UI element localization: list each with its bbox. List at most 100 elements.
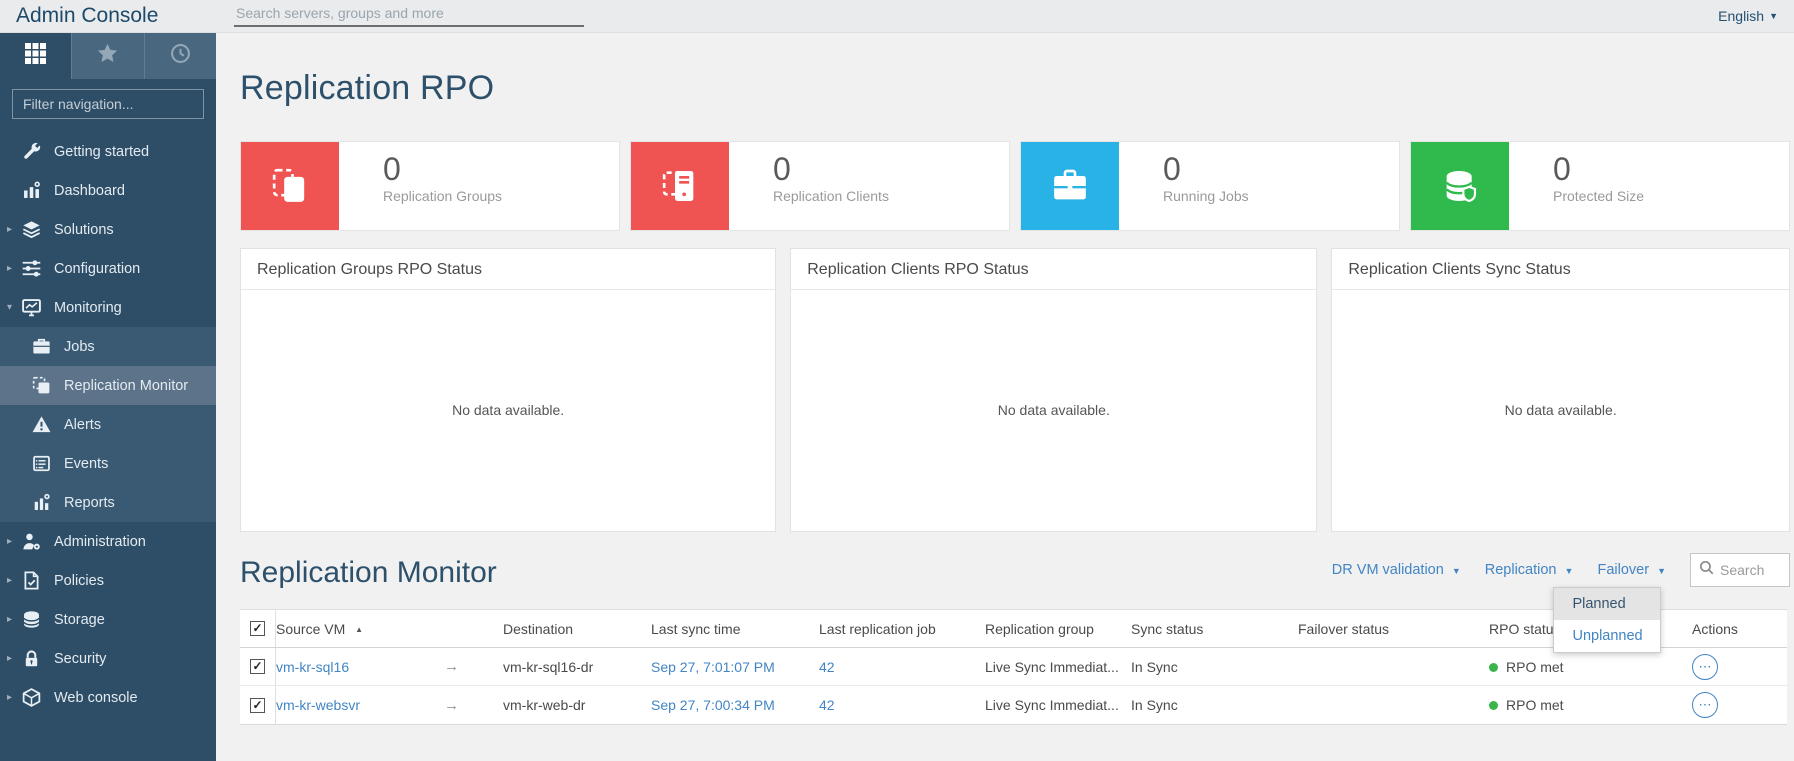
actions-cell: ⋯: [1692, 692, 1787, 718]
table-search-input[interactable]: [1720, 562, 1781, 578]
replication-clients-icon: [631, 142, 729, 230]
failover-dropdown-menu: Planned Unplanned: [1553, 587, 1662, 653]
events-icon: [32, 454, 51, 473]
panel-title: Replication Groups RPO Status: [241, 249, 776, 290]
sidebar-item-administration[interactable]: ▸ Administration: [0, 522, 216, 561]
main-content: Replication RPO 0 Replication Groups 0 Repl…: [216, 33, 1794, 761]
status-dot-green: [1489, 662, 1498, 672]
global-search-input[interactable]: [234, 3, 584, 27]
sidebar-item-monitoring[interactable]: ▾ Monitoring: [0, 288, 216, 327]
sidebar-item-security[interactable]: ▸ Security: [0, 639, 216, 678]
storage-icon: [22, 610, 41, 629]
star-icon: [97, 43, 118, 69]
menu-label: Failover: [1597, 562, 1650, 578]
column-failover-status[interactable]: Failover status: [1298, 621, 1489, 637]
global-search: [234, 3, 584, 27]
sidebar-item-storage[interactable]: ▸ Storage: [0, 600, 216, 639]
sort-ascending-icon: ▲: [355, 624, 364, 634]
column-last-replication-job[interactable]: Last replication job: [819, 621, 985, 637]
row-actions-button[interactable]: ⋯: [1692, 692, 1718, 718]
stat-card-value: 0: [383, 151, 401, 187]
stat-card-value: 0: [773, 151, 791, 187]
actions-cell: ⋯: [1692, 653, 1787, 680]
tab-favorites[interactable]: [71, 33, 144, 79]
search-icon: [1699, 560, 1714, 580]
sidebar-item-events[interactable]: Events: [0, 444, 216, 483]
last-sync-time-link[interactable]: Sep 27, 7:01:07 PM: [651, 659, 819, 675]
panel-replication-groups-rpo-status: Replication Groups RPO Status No data av…: [240, 248, 777, 532]
menu-dr-vm-validation[interactable]: DR VM validation ▼: [1332, 562, 1461, 578]
language-label: English: [1718, 8, 1765, 24]
row-actions-button[interactable]: ⋯: [1692, 653, 1718, 680]
tab-recent[interactable]: [143, 33, 216, 79]
stat-card-label: Replication Clients: [773, 188, 889, 205]
column-source-vm[interactable]: Source VM ▲: [276, 621, 426, 637]
sidebar-item-policies[interactable]: ▸ Policies: [0, 561, 216, 600]
menu-item-unplanned[interactable]: Unplanned: [1554, 620, 1660, 652]
select-all-checkbox[interactable]: ✓: [250, 621, 265, 636]
table-row-vm-kr-websvr: ✓ vm-kr-websvr → vm-kr-web-dr Sep 27, 7:00:3…: [240, 686, 1787, 724]
stat-card-body: 0 Replication Groups: [339, 142, 502, 230]
rpo-status-value: RPO met: [1489, 659, 1692, 675]
briefcase-card-icon: [1021, 142, 1119, 230]
monitor-actions: DR VM validation ▼ Replication ▼ Failove…: [1332, 553, 1790, 653]
sidebar-item-configuration[interactable]: ▸ Configuration: [0, 249, 216, 288]
app-title[interactable]: Admin Console: [16, 4, 158, 28]
sidebar: Getting started Dashboard ▸ Solutions ▸ Confi…: [0, 33, 216, 761]
tab-navigation-grid[interactable]: [0, 33, 71, 79]
admin-user-icon: [22, 532, 41, 551]
sidebar-item-label: Reports: [64, 494, 115, 511]
chevron-collapsed-icon: ▸: [7, 614, 13, 625]
sidebar-item-replication-monitor[interactable]: Replication Monitor: [0, 366, 216, 405]
stat-card-label: Running Jobs: [1163, 188, 1249, 205]
chevron-collapsed-icon: ▸: [7, 263, 13, 274]
table-search: [1690, 553, 1790, 587]
menu-replication[interactable]: Replication ▼: [1485, 562, 1574, 578]
replication-icon: [32, 376, 51, 395]
column-replication-group[interactable]: Replication group: [985, 621, 1131, 637]
row-checkbox[interactable]: ✓: [250, 697, 265, 713]
replication-group-value: Live Sync Immediat...: [985, 658, 1119, 675]
table-row-vm-kr-sql16: ✓ vm-kr-sql16 → vm-kr-sql16-dr Sep 27, 7:01:…: [240, 648, 1787, 686]
stat-card-body: 0 Running Jobs: [1119, 142, 1249, 230]
sync-status-value: In Sync: [1131, 697, 1178, 713]
sidebar-item-label: Storage: [54, 611, 105, 628]
column-destination[interactable]: Destination: [503, 621, 651, 637]
menu-item-planned[interactable]: Planned: [1554, 588, 1661, 620]
column-actions: Actions: [1692, 620, 1738, 637]
last-sync-time-link[interactable]: Sep 27, 7:00:34 PM: [651, 697, 819, 713]
stat-card-replication-groups: 0 Replication Groups: [240, 141, 620, 231]
source-vm-link[interactable]: vm-kr-websvr: [276, 697, 426, 713]
column-last-sync-time[interactable]: Last sync time: [651, 621, 819, 637]
alert-icon: [32, 415, 51, 434]
rpo-status-value: RPO met: [1489, 697, 1692, 713]
sidebar-item-dashboard[interactable]: Dashboard: [0, 171, 216, 210]
sidebar-item-web-console[interactable]: ▸ Web console: [0, 678, 216, 717]
sidebar-item-label: Alerts: [64, 416, 102, 433]
layers-icon: [22, 220, 41, 239]
menu-failover[interactable]: Failover ▼ Planned Unplanned: [1553, 562, 1666, 653]
sidebar-item-jobs[interactable]: Jobs: [0, 327, 216, 366]
stat-card-value: 0: [1553, 151, 1571, 187]
sidebar-item-label: Replication Monitor: [64, 377, 189, 394]
filter-navigation-input[interactable]: [12, 89, 204, 119]
sidebar-item-solutions[interactable]: ▸ Solutions: [0, 210, 216, 249]
menu-label: DR VM validation: [1331, 562, 1444, 578]
sidebar-item-getting-started[interactable]: Getting started: [0, 132, 216, 171]
source-vm-link[interactable]: vm-kr-sql16: [276, 659, 426, 675]
sidebar-tabs: [0, 33, 216, 79]
chevron-collapsed-icon: ▸: [7, 224, 13, 235]
page-title: Replication RPO: [240, 69, 495, 107]
sidebar-nav: Getting started Dashboard ▸ Solutions ▸ Confi…: [0, 132, 216, 717]
sidebar-item-reports[interactable]: Reports: [0, 483, 216, 522]
last-replication-job-link[interactable]: 42: [819, 659, 985, 675]
sidebar-item-alerts[interactable]: Alerts: [0, 405, 216, 444]
chevron-down-icon: ▼: [1564, 566, 1574, 576]
sidebar-item-label: Dashboard: [54, 182, 125, 199]
sidebar-item-label: Security: [54, 650, 107, 667]
language-selector[interactable]: English ▼: [1718, 8, 1778, 24]
panel-replication-clients-rpo-status: Replication Clients RPO Status No data a…: [790, 248, 1318, 532]
column-sync-status[interactable]: Sync status: [1131, 621, 1298, 637]
last-replication-job-link[interactable]: 42: [819, 697, 985, 713]
row-checkbox[interactable]: ✓: [250, 659, 265, 674]
